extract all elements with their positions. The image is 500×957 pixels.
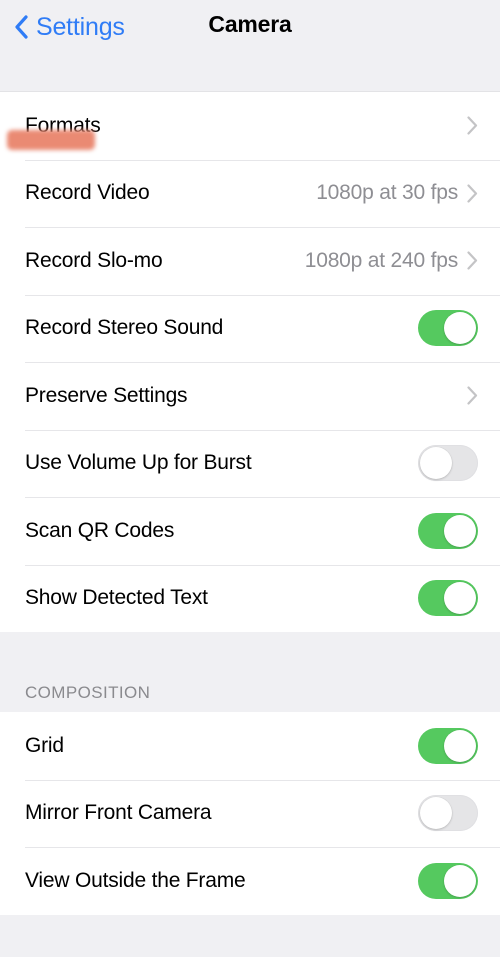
chevron-right-icon bbox=[467, 184, 478, 203]
settings-group-1: Grid Mirror Front Camera View Outside the … bbox=[0, 712, 500, 915]
row-show-detected-text: Show Detected Text bbox=[0, 564, 500, 632]
toggle-knob bbox=[444, 864, 476, 897]
row-record-video[interactable]: Record Video 1080p at 30 fps bbox=[0, 159, 500, 227]
chevron-right-icon bbox=[467, 116, 478, 135]
row-accessory bbox=[418, 310, 478, 347]
row-mirror-front-camera: Mirror Front Camera bbox=[0, 779, 500, 847]
row-label: Record Video bbox=[25, 181, 150, 205]
settings-list: Formats Record Video 1080p at 30 fps Record… bbox=[0, 92, 500, 915]
row-accessory bbox=[418, 445, 478, 482]
navigation-bar: Settings Camera bbox=[0, 0, 500, 92]
row-label: View Outside the Frame bbox=[25, 868, 246, 892]
row-label: Grid bbox=[25, 733, 64, 757]
toggle-mirror-front-camera[interactable] bbox=[418, 795, 478, 832]
row-scan-qr-codes: Scan QR Codes bbox=[0, 497, 500, 565]
toggle-grid[interactable] bbox=[418, 727, 478, 764]
row-accessory: 1080p at 240 fps bbox=[305, 249, 478, 273]
chevron-right-icon bbox=[467, 251, 478, 270]
row-label: Mirror Front Camera bbox=[25, 801, 212, 825]
toggle-scan-qr-codes[interactable] bbox=[418, 512, 478, 549]
row-label: Show Detected Text bbox=[25, 586, 208, 610]
toggle-knob bbox=[444, 312, 476, 345]
toggle-show-detected-text[interactable] bbox=[418, 580, 478, 617]
page-title: Camera bbox=[208, 11, 292, 37]
row-preserve-settings[interactable]: Preserve Settings bbox=[0, 362, 500, 430]
toggle-use-volume-up-for-burst[interactable] bbox=[418, 445, 478, 482]
row-grid: Grid bbox=[0, 712, 500, 780]
row-record-stereo-sound: Record Stereo Sound bbox=[0, 294, 500, 362]
row-label: Preserve Settings bbox=[25, 383, 188, 407]
toggle-knob bbox=[444, 582, 476, 615]
row-label: Record Stereo Sound bbox=[25, 316, 224, 340]
toggle-view-outside-the-frame[interactable] bbox=[418, 862, 478, 899]
bottom-spacer bbox=[0, 914, 500, 955]
toggle-knob bbox=[444, 729, 476, 762]
row-label: Formats bbox=[25, 113, 101, 137]
settings-group-0: Formats Record Video 1080p at 30 fps Record… bbox=[0, 92, 500, 632]
row-accessory bbox=[418, 512, 478, 549]
settings-screen: Settings Camera Formats Record Video 1080p… bbox=[0, 0, 500, 957]
row-label: Record Slo-mo bbox=[25, 248, 163, 272]
row-accessory bbox=[418, 862, 478, 899]
toggle-knob bbox=[420, 447, 452, 480]
section-header-composition: COMPOSITION bbox=[0, 632, 500, 712]
row-record-slo-mo[interactable]: Record Slo-mo 1080p at 240 fps bbox=[0, 227, 500, 295]
toggle-record-stereo-sound[interactable] bbox=[418, 310, 478, 347]
row-accessory bbox=[418, 727, 478, 764]
row-accessory: 1080p at 30 fps bbox=[316, 181, 478, 205]
row-value: 1080p at 240 fps bbox=[304, 248, 458, 272]
row-formats[interactable]: Formats bbox=[0, 92, 500, 160]
toggle-knob bbox=[444, 514, 476, 547]
toggle-knob bbox=[420, 797, 452, 830]
row-accessory bbox=[467, 116, 478, 135]
row-accessory bbox=[418, 580, 478, 617]
chevron-right-icon bbox=[467, 386, 478, 405]
row-view-outside-the-frame: View Outside the Frame bbox=[0, 847, 500, 915]
row-label: Scan QR Codes bbox=[25, 518, 175, 542]
row-accessory bbox=[467, 386, 478, 405]
row-value: 1080p at 30 fps bbox=[316, 181, 458, 205]
row-use-volume-up-for-burst: Use Volume Up for Burst bbox=[0, 429, 500, 497]
row-label: Use Volume Up for Burst bbox=[25, 451, 252, 475]
row-accessory bbox=[418, 795, 478, 832]
